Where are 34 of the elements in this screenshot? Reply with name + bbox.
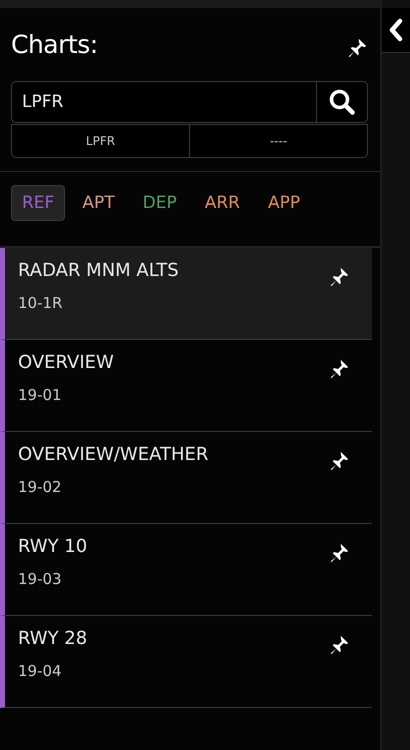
collapse-button[interactable] [382,8,410,53]
airport-button[interactable]: LPFR [11,124,190,158]
search-button[interactable] [317,81,368,123]
pin-icon[interactable] [346,36,368,58]
category-tab[interactable]: DEP [132,185,188,221]
pin-icon[interactable] [328,450,350,472]
pin-icon[interactable] [328,358,350,380]
search-icon [328,88,356,116]
pin-icon[interactable] [328,634,350,656]
category-tab[interactable]: APP [256,185,312,221]
chart-item[interactable]: RWY 28 19-04 [0,616,372,708]
chevron-left-icon [388,18,404,42]
chart-item[interactable]: OVERVIEW 19-01 [0,340,372,432]
pin-icon[interactable] [328,542,350,564]
chart-code: 19-02 [18,478,63,496]
search-field[interactable]: LPFR [11,81,317,123]
chart-name: RWY 28 [18,628,88,649]
chart-name: OVERVIEW/WEATHER [18,444,208,465]
chart-item[interactable]: OVERVIEW/WEATHER 19-02 [0,432,372,524]
chart-name: RADAR MNM ALTS [18,260,179,281]
chart-code: 19-03 [18,570,63,588]
chart-code: 10-1R [18,294,64,312]
chart-name: OVERVIEW [18,352,114,373]
pin-icon[interactable] [328,266,350,288]
category-tab[interactable]: REF [11,185,66,221]
chart-name: RWY 10 [18,536,88,557]
chart-item[interactable]: RWY 10 19-03 [0,524,372,616]
chart-item[interactable]: RADAR MNM ALTS 10-1R [0,248,372,340]
category-tab[interactable]: APT [71,185,126,221]
chart-code: 19-01 [18,386,63,404]
chart-code: 19-04 [18,662,63,680]
panel-title: Charts: [11,30,98,59]
category-tab[interactable]: ARR [194,185,251,221]
airport-button[interactable]: ---- [190,124,368,158]
